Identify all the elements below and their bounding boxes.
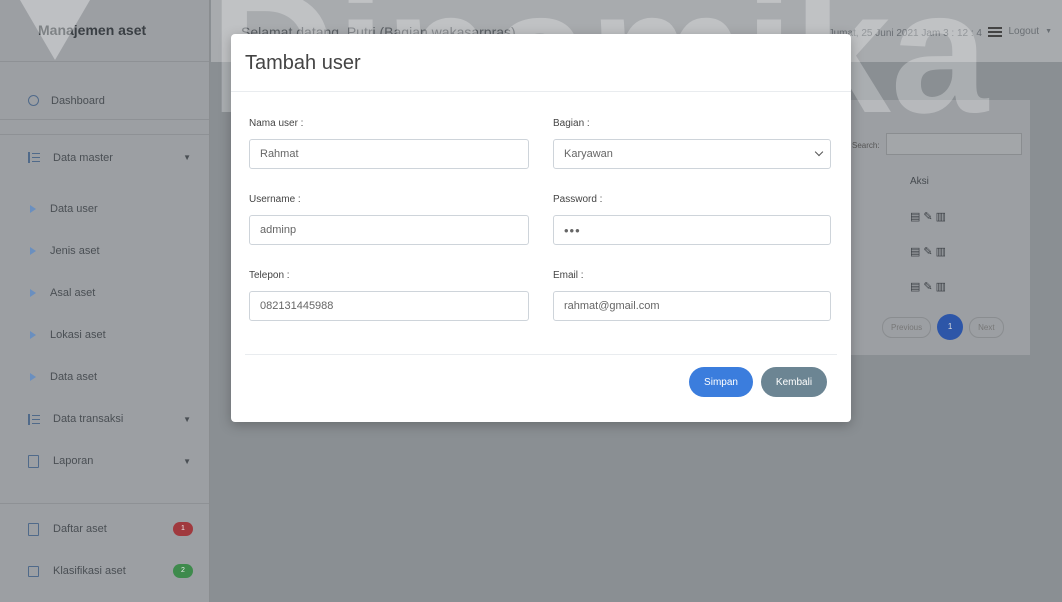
chevron-down-icon [814,147,824,157]
row-action-icons[interactable]: ▤✎▥ [910,245,949,258]
telepon-group: Telepon : 082131445988 [249,270,529,346]
password-input[interactable]: ••• [553,215,831,245]
sidebar-item-label: Data transaksi [53,413,124,425]
count-badge: 1 [173,522,193,536]
password-label: Password : [553,194,603,205]
sidebar-item-data-aset[interactable]: Data aset [0,356,209,398]
nama-user-input[interactable]: Rahmat [249,139,529,169]
sidebar-item-data-user[interactable]: Data user [0,188,209,230]
sidebar-item-label: Lokasi aset [50,329,106,341]
email-label: Email : [553,270,584,281]
sidebar-item-label: Asal aset [50,287,96,299]
book-icon [28,522,39,536]
triangle-right-icon [30,205,36,213]
bagian-select[interactable]: Karyawan [553,139,831,169]
email-group: Email : rahmat@gmail.com [553,270,831,346]
modal-title: Tambah user [245,52,361,74]
sidebar-item-laporan[interactable]: Laporan ▼ [0,440,209,482]
telepon-input[interactable]: 082131445988 [249,291,529,321]
sidebar-item-daftar-aset[interactable]: Daftar aset 1 [0,508,209,550]
caret-down-icon: ▼ [1045,28,1052,35]
triangle-right-icon [30,331,36,339]
caret-down-icon: ▼ [183,414,191,424]
password-group: Password : ••• [553,194,831,270]
caret-down-icon: ▼ [183,153,191,162]
add-user-modal: Tambah user Nama user : Rahmat Bagian : … [231,34,851,422]
logout-menu[interactable]: Logout ▼ [988,26,1052,37]
bagian-selected-value: Karyawan [564,148,613,160]
column-header-aksi: Aksi [910,176,929,187]
back-button[interactable]: Kembali [761,367,827,397]
username-group: Username : adminp [249,194,529,270]
pagination: Previous 1 Next [882,314,1004,340]
modal-header: Tambah user [231,34,851,92]
bagian-label: Bagian : [553,118,590,129]
caret-down-icon: ▼ [183,456,191,466]
triangle-right-icon [30,289,36,297]
sidebar-item-label: Jenis aset [50,245,100,257]
search-input[interactable] [886,133,1022,155]
list-icon [28,152,40,163]
row-action-icons[interactable]: ▤✎▥ [910,280,949,293]
count-badge: 2 [173,564,193,578]
sidebar-item-label: Daftar aset [53,523,107,535]
sidebar-item-label: Data aset [50,371,98,383]
save-button[interactable]: Simpan [689,367,753,397]
triangle-right-icon [30,373,36,381]
sidebar-item-data-transaksi[interactable]: Data transaksi ▼ [0,398,209,440]
list-icon [28,413,40,425]
sidebar-item-data-master[interactable]: Data master ▼ [0,134,209,180]
date-time: Jumat, 25 Juni 2021 Jam 3 : 12 : 4 [828,28,982,39]
sidebar-item-label: Data master [53,151,113,164]
row-action-icons[interactable]: ▤✎▥ [910,210,949,223]
username-label: Username : [249,194,301,205]
grid-icon [28,565,39,577]
previous-page-button[interactable]: Previous [882,316,932,338]
sidebar-item-klasifikasi-aset[interactable]: Klasifikasi aset 2 [0,550,209,592]
clock-icon [28,95,39,106]
next-page-button[interactable]: Next [969,316,1004,338]
sidebar-item-label: Klasifikasi aset [53,565,126,577]
nama-user-group: Nama user : Rahmat [249,118,529,194]
search-label: Search: [852,141,880,150]
telepon-label: Telepon : [249,270,290,281]
document-icon [28,454,39,468]
email-input[interactable]: rahmat@gmail.com [553,291,831,321]
sidebar-item-asal-aset[interactable]: Asal aset [0,272,209,314]
table-panel: Search: Aksi ▤✎▥ ▤✎▥ ▤✎▥ Previous 1 Next [820,100,1030,355]
sidebar-item-label: Dashboard [51,94,105,107]
sidebar-item-lokasi-aset[interactable]: Lokasi aset [0,314,209,356]
page-number-button[interactable]: 1 [937,314,964,340]
sidebar-brand: Manajemen aset [0,0,209,62]
sidebar-item-dashboard[interactable]: Dashboard [0,62,209,120]
user-form: Nama user : Rahmat Bagian : Karyawan Use… [249,118,831,346]
hamburger-icon [988,26,1003,37]
logout-label: Logout [1008,26,1040,37]
sidebar: Manajemen aset Dashboard Data master ▼ D… [0,0,210,602]
username-input[interactable]: adminp [249,215,529,245]
triangle-right-icon [30,247,36,255]
sidebar-item-jenis-aset[interactable]: Jenis aset [0,230,209,272]
sidebar-item-label: Laporan [53,455,94,467]
modal-footer-divider [245,354,837,355]
bagian-group: Bagian : Karyawan [553,118,831,194]
nama-user-label: Nama user : [249,118,304,129]
sidebar-item-label: Data user [50,203,98,215]
